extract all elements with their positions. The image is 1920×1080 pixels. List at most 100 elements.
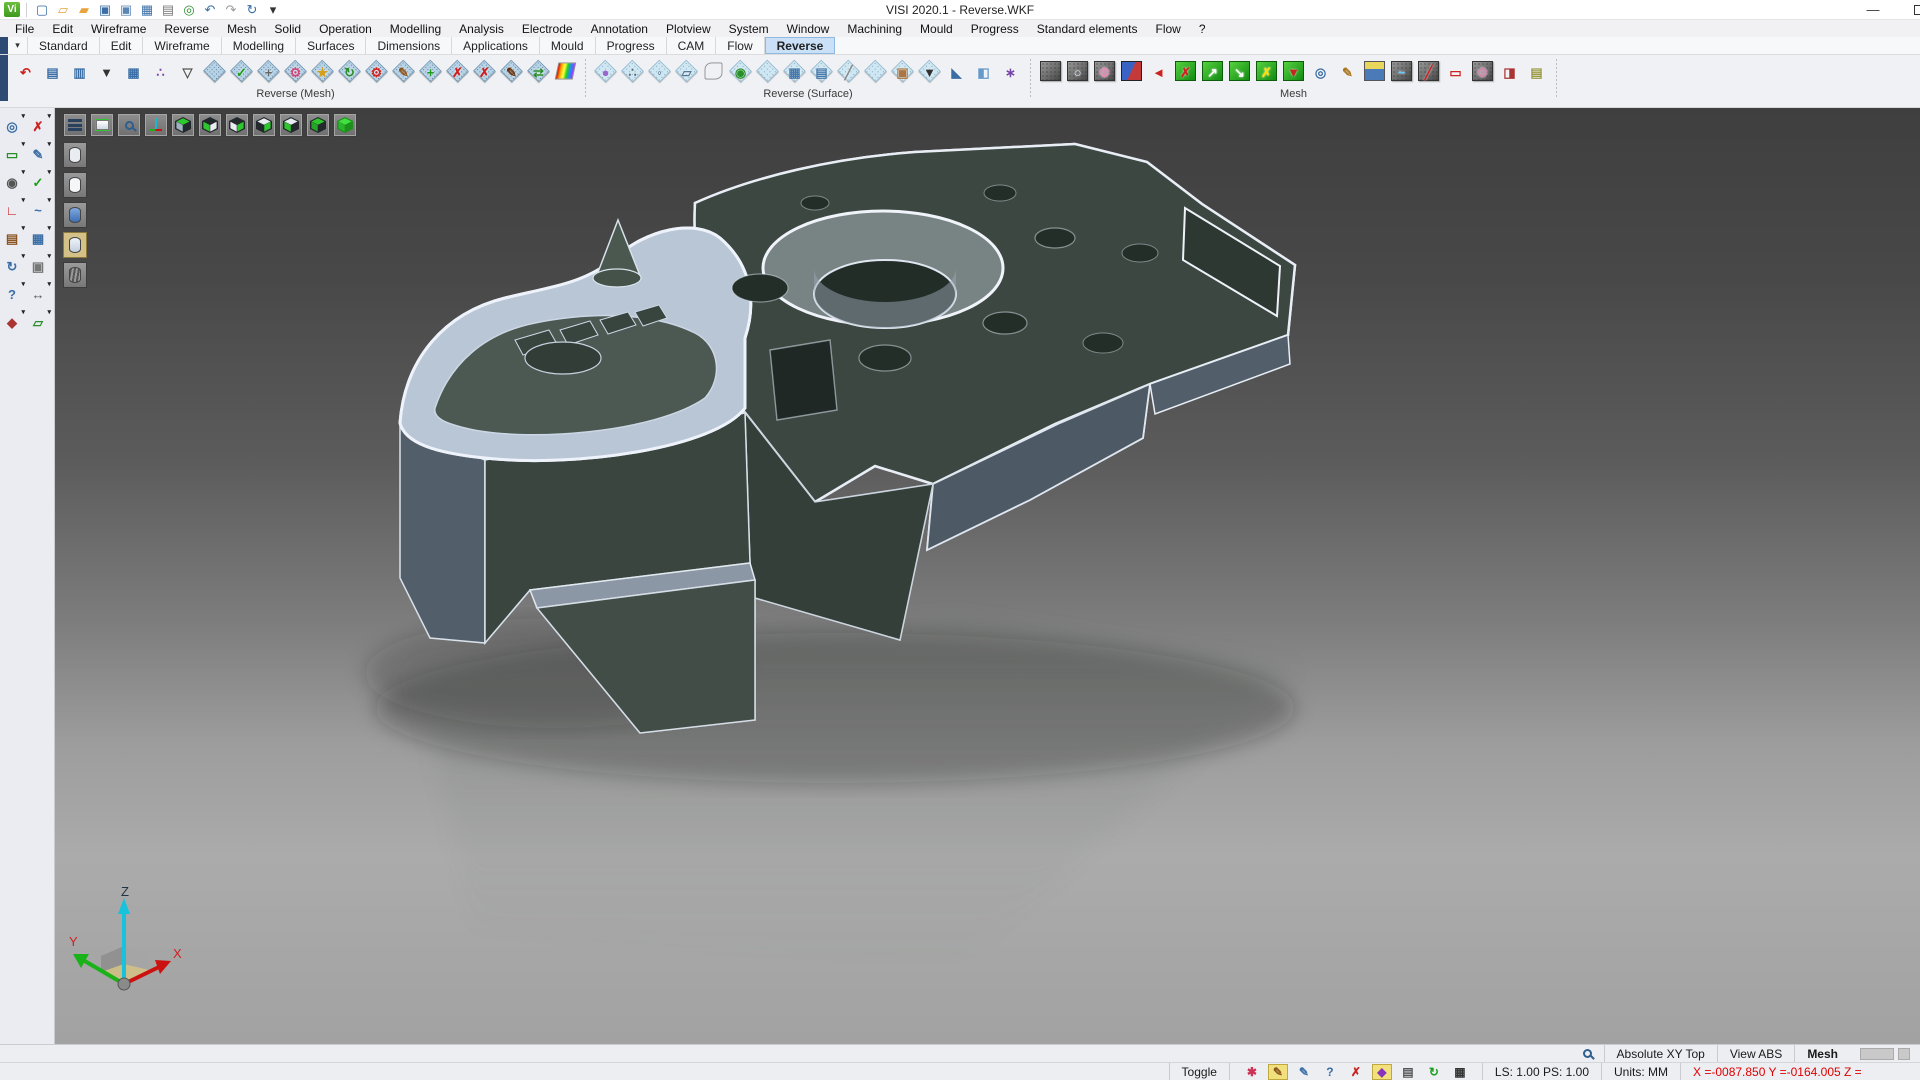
view-status[interactable]: View ABS [1717,1045,1794,1062]
menu-item[interactable]: Edit [43,21,82,37]
workplane-status[interactable]: Absolute XY Top [1604,1045,1717,1062]
minimize-button[interactable]: — [1858,2,1888,17]
ucs-axis-icon[interactable]: ∟ [1,200,23,221]
measure-distance-icon[interactable]: ↔ [27,284,49,305]
surface-detect-icon[interactable]: ∴ [619,57,646,87]
menu-item[interactable]: File [6,21,43,37]
reverse-wizard-icon[interactable]: ↶ [12,57,39,87]
mesh-frame-icon[interactable]: ▭ [1442,57,1469,87]
mesh-settings-icon[interactable]: ⚙ [282,57,309,87]
surface-from-points-icon[interactable]: ∗ [997,57,1024,87]
toolbar-tab[interactable]: Flow [716,37,764,54]
surface-trim-icon[interactable]: ╱ [835,57,862,87]
mesh-shade-icon[interactable] [1037,57,1064,87]
regen-view-icon[interactable]: ↻ [1,256,23,277]
mesh-pick-icon[interactable]: ◄ [1145,57,1172,87]
mesh-delete-all-icon[interactable]: ✗ [471,57,498,87]
surface-filter-icon[interactable]: ▼ [916,57,943,87]
shade-brush-icon[interactable]: ✎ [1268,1064,1288,1080]
surface-auto-icon[interactable]: ● [592,57,619,87]
menu-item[interactable]: Operation [310,21,381,37]
restore-button[interactable] [1914,5,1920,15]
edit-solid-icon[interactable]: ✎ [1294,1064,1314,1080]
surface-patch-icon[interactable]: ◧ [970,57,997,87]
view-top-wire-button[interactable] [252,113,276,137]
open-file-icon[interactable]: ▱ [54,1,72,18]
menu-item[interactable]: Analysis [450,21,513,37]
filter-shaded-button[interactable] [63,202,87,228]
units-status[interactable]: Units: MM [1601,1063,1680,1080]
mesh-hide-icon[interactable]: ╱ [1415,57,1442,87]
mesh-doctor-icon[interactable]: + [255,57,282,87]
viewport-3d[interactable]: Z Y X [55,108,1920,1044]
surface-segment-icon[interactable]: ◦ [646,57,673,87]
view-right-button[interactable] [225,113,249,137]
view-window-icon[interactable]: ▦ [27,228,49,249]
mesh-zoom-selection-icon[interactable]: ◎ [1307,57,1334,87]
menu-item[interactable]: Electrode [513,21,582,37]
preview-icon[interactable]: ◎ [180,1,198,18]
menu-item[interactable]: Standard elements [1028,21,1147,37]
mesh-delete-icon[interactable]: ✗ [444,57,471,87]
qat-dropdown-icon[interactable]: ▾ [264,1,282,18]
auto-rotate-icon[interactable]: ↻ [1424,1064,1444,1080]
mesh-clone-icon[interactable]: ⇄ [525,57,552,87]
zoom-dynamic-button[interactable] [117,113,141,137]
menu-item[interactable]: Wireframe [82,21,155,37]
mesh-wizard-icon[interactable]: ★ [309,57,336,87]
mode-status[interactable]: Mesh [1794,1045,1850,1062]
surface-plain-icon[interactable] [862,57,889,87]
erase-pencil-icon[interactable]: ✗ [27,116,49,137]
tab-dropdown-icon[interactable]: ▾ [8,37,28,54]
redo-icon[interactable]: ↷ [222,1,240,18]
workplane-icon[interactable]: ▱ [27,312,49,333]
toolbar-tab[interactable]: Wireframe [143,37,221,54]
history-icon[interactable]: ↻ [243,1,261,18]
mesh-colormap-icon[interactable] [1118,57,1145,87]
spline-pencil-icon[interactable]: ✎ [27,144,49,165]
screen-align-icon[interactable]: ▦ [120,57,147,87]
menu-item[interactable]: Mould [911,21,962,37]
toolbar-tab[interactable]: Surfaces [296,37,366,54]
toolbar-tab[interactable]: Dimensions [366,37,452,54]
mesh-tools-icon[interactable]: ◆ [1,312,23,333]
shade-cube-icon[interactable]: ▣ [27,256,49,277]
import-cloud-icon[interactable]: ▥ [66,57,93,87]
mesh-compare-icon[interactable]: ◨ [1496,57,1523,87]
save-icon[interactable]: ▣ [96,1,114,18]
mesh-model-3d[interactable] [55,108,1920,1044]
filter-mesh-button[interactable] [63,262,87,288]
surface-edit-icon[interactable]: ◣ [943,57,970,87]
zoom-dynamic-icon[interactable]: ◎ [1,116,23,137]
mesh-inspect-icon[interactable]: ○ [1064,57,1091,87]
surface-fit-icon[interactable] [754,57,781,87]
context-help-icon[interactable]: ? [1320,1064,1340,1080]
filter-hidden-line-button[interactable] [63,172,87,198]
menu-item[interactable]: Window [778,21,839,37]
toggle-button[interactable]: Toggle [1169,1063,1229,1080]
layers-palette-icon[interactable]: ▤ [1,228,23,249]
zoom-window-icon[interactable]: ▭ [1,144,23,165]
view-iso-button[interactable] [306,113,330,137]
save-export-icon[interactable]: ▦ [138,1,156,18]
toolbar-tab[interactable]: Reverse [765,37,836,54]
zoom-fit-button[interactable] [90,113,114,137]
mesh-invert-icon[interactable]: ✗ [1253,57,1280,87]
toolbar-tab[interactable]: Edit [100,37,144,54]
layer-list-icon[interactable]: ▤ [1398,1064,1418,1080]
undo-icon[interactable]: ↶ [201,1,219,18]
search-cell[interactable] [1571,1045,1604,1062]
ucs-button[interactable] [144,113,168,137]
surface-grid-icon[interactable]: ▦ [781,57,808,87]
multi-view-icon[interactable]: ▦ [1450,1064,1470,1080]
menu-item[interactable]: Progress [962,21,1028,37]
mesh-section-icon[interactable] [1361,57,1388,87]
delete-entity-icon[interactable]: ✗ [1346,1064,1366,1080]
shaded-mode-icon[interactable]: ◆ [1372,1064,1392,1080]
mesh-flip-icon[interactable]: ▼ [1280,57,1307,87]
mesh-paint-icon[interactable]: ✎ [390,57,417,87]
open-project-icon[interactable]: ▰ [75,1,93,18]
menu-item[interactable]: ? [1190,21,1215,37]
view-shaded-button[interactable] [333,113,357,137]
toolbar-tab[interactable]: Standard [28,37,100,54]
